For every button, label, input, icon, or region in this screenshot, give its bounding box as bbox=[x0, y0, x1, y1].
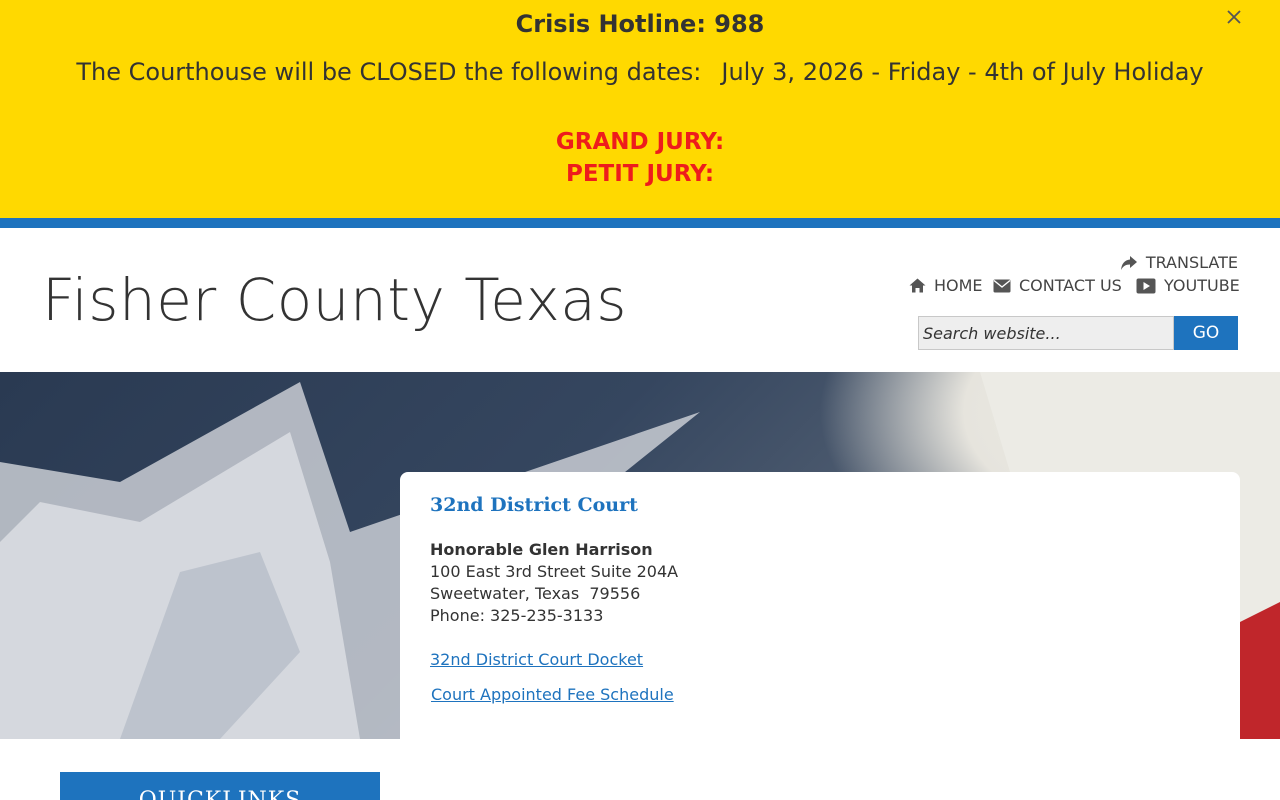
search-input[interactable] bbox=[918, 316, 1174, 350]
phone-number: Phone: 325-235-3133 bbox=[430, 606, 604, 625]
court-info-card: 32nd District Court Honorable Glen Harri… bbox=[400, 472, 1240, 739]
nav-home[interactable]: HOME bbox=[909, 276, 983, 295]
home-icon bbox=[909, 278, 926, 293]
quicklinks-header: QUICKLINKS bbox=[60, 772, 380, 800]
district-court-docket-link[interactable]: 32nd District Court Docket bbox=[430, 650, 643, 669]
crisis-hotline: Crisis Hotline: 988 bbox=[515, 10, 765, 38]
closure-date: July 3, 2026 - Friday - 4th of July Holi… bbox=[721, 58, 1204, 86]
header-divider bbox=[0, 218, 1280, 228]
envelope-icon bbox=[993, 279, 1011, 293]
court-title: 32nd District Court bbox=[430, 494, 638, 516]
search-go-button[interactable]: GO bbox=[1174, 316, 1238, 350]
nav-home-label: HOME bbox=[934, 276, 983, 295]
translate-link[interactable]: TRANSLATE bbox=[1120, 253, 1238, 272]
alert-banner: Crisis Hotline: 988 The Courthouse will … bbox=[0, 0, 1280, 218]
youtube-icon bbox=[1136, 278, 1156, 294]
grand-jury-label: GRAND JURY: bbox=[555, 129, 725, 155]
translate-label: TRANSLATE bbox=[1145, 253, 1238, 272]
site-title[interactable]: Fisher County Texas bbox=[42, 266, 627, 334]
fee-schedule-link[interactable]: Court Appointed Fee Schedule bbox=[431, 685, 674, 704]
close-icon[interactable] bbox=[1224, 8, 1244, 28]
address-line-2: Sweetwater, Texas 79556 bbox=[430, 584, 641, 603]
share-arrow-icon bbox=[1120, 255, 1138, 271]
closure-notice: The Courthouse will be CLOSED the follow… bbox=[0, 58, 1280, 86]
address-line-1: 100 East 3rd Street Suite 204A bbox=[430, 562, 679, 581]
closure-label: The Courthouse will be CLOSED the follow… bbox=[76, 58, 702, 86]
nav-contact[interactable]: CONTACT US bbox=[993, 276, 1122, 295]
nav-youtube-label: YOUTUBE bbox=[1164, 276, 1240, 295]
petit-jury-label: PETIT JURY: bbox=[565, 161, 715, 187]
nav-contact-label: CONTACT US bbox=[1019, 276, 1122, 295]
nav-youtube[interactable]: YOUTUBE bbox=[1136, 276, 1240, 295]
judge-name: Honorable Glen Harrison bbox=[430, 540, 653, 559]
